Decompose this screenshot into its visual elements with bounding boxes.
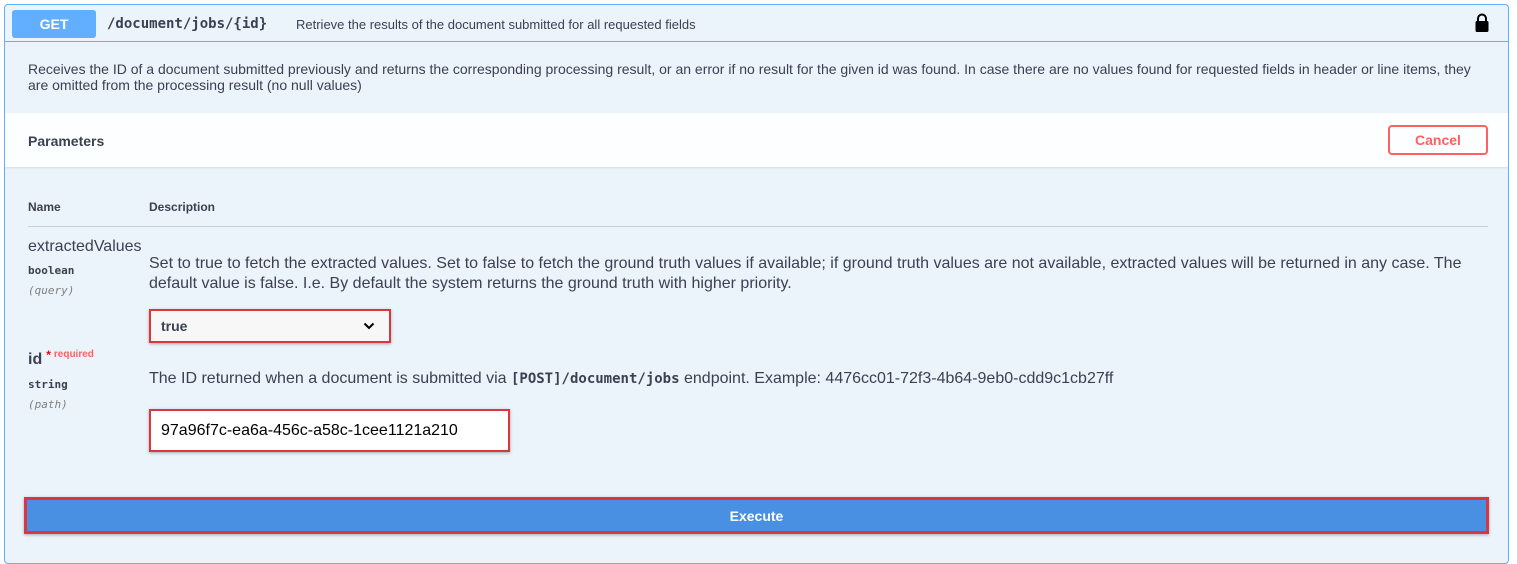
chevron-down-icon: [363, 322, 375, 330]
param-description-code: [POST]/document/jobs: [510, 371, 680, 387]
param-type: string: [28, 378, 68, 391]
column-header-description: Description: [149, 200, 216, 214]
param-description: The ID returned when a document is submi…: [149, 369, 1479, 389]
param-location: (query): [28, 284, 75, 297]
column-header-name: Name: [28, 200, 61, 214]
lock-icon[interactable]: [1474, 13, 1490, 33]
method-badge: GET: [12, 10, 96, 38]
operation-summary[interactable]: GET /document/jobs/{id} Retrieve the res…: [5, 5, 1508, 42]
parameters-header: Parameters Cancel: [5, 113, 1508, 167]
param-description-pre: The ID returned when a document is submi…: [149, 370, 511, 387]
param-description: Set to true to fetch the extracted value…: [149, 255, 1462, 292]
id-input-wrapper: [149, 409, 510, 452]
required-star: *: [46, 348, 51, 362]
endpoint-path: /document/jobs/{id}: [107, 16, 268, 32]
endpoint-summary: Retrieve the results of the document sub…: [296, 17, 696, 32]
param-name-id: id * required: [28, 348, 94, 369]
param-location: (path): [28, 398, 68, 411]
param-description-post: endpoint. Example: 4476cc01-72f3-4b64-9e…: [679, 370, 1114, 387]
select-value: true: [161, 318, 188, 334]
extractedvalues-select[interactable]: true: [149, 309, 391, 343]
param-name-id-text: id: [28, 351, 43, 368]
execute-button[interactable]: Execute: [24, 497, 1489, 534]
cancel-button[interactable]: Cancel: [1388, 125, 1488, 155]
param-name-extractedvalues: extractedValues: [28, 238, 142, 255]
required-label: required: [53, 349, 94, 360]
endpoint-description: Receives the ID of a document submitted …: [28, 61, 1471, 93]
parameters-title: Parameters: [28, 133, 105, 149]
id-input[interactable]: [151, 411, 508, 450]
table-divider: [28, 226, 1488, 227]
param-type: boolean: [28, 264, 75, 277]
operation-block: GET /document/jobs/{id} Retrieve the res…: [4, 4, 1509, 564]
